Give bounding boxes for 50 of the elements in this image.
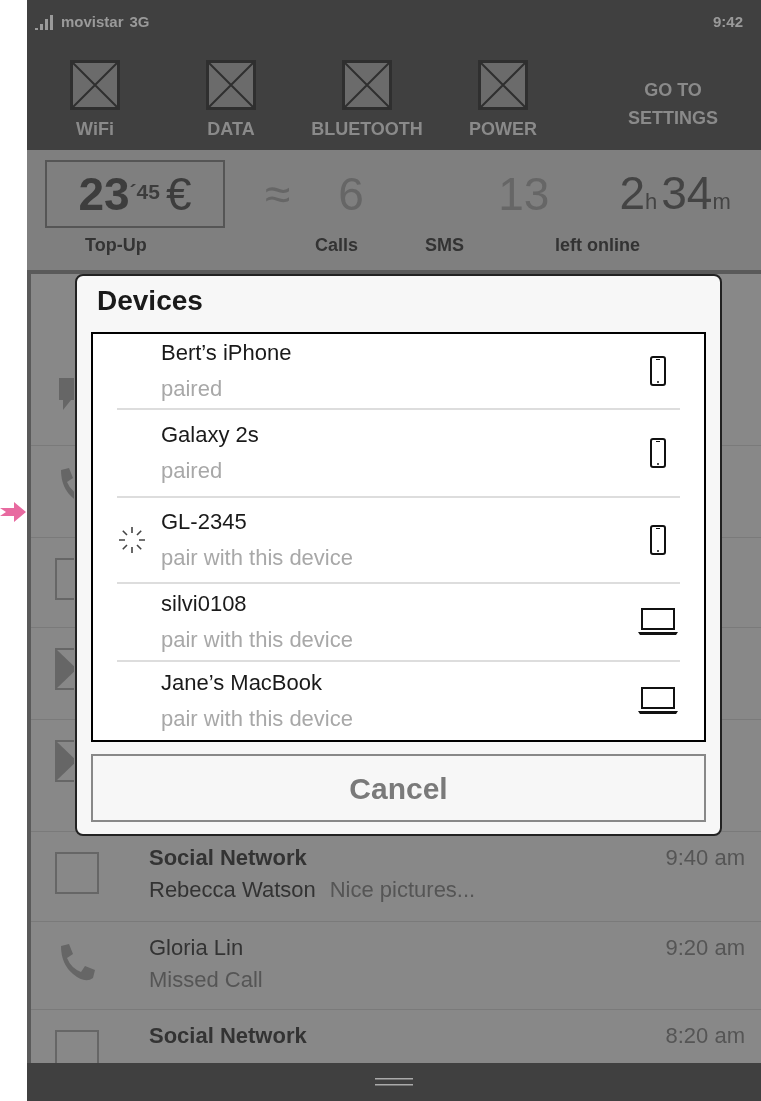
hours-value: 2: [619, 170, 645, 216]
toggle-icon[interactable]: [342, 60, 392, 110]
device-status: paired: [161, 375, 224, 403]
square-icon: [55, 852, 99, 894]
stat-label: left online: [555, 234, 640, 257]
carrier-name: movistar: [61, 12, 124, 33]
device-status: paired: [161, 457, 224, 485]
arrow-icon: [0, 502, 26, 522]
device-status: pair with this device: [161, 544, 354, 572]
stat-label: Calls: [315, 234, 360, 257]
notification-title: Social Network: [149, 844, 308, 872]
notification-title: Gloria Lin: [149, 934, 245, 962]
currency-symbol: €: [165, 171, 192, 217]
clock: 9:42: [712, 12, 743, 33]
toggle-icon[interactable]: [206, 60, 256, 110]
approx-symbol: ≈: [265, 171, 291, 217]
dialog-title: Devices: [96, 284, 204, 318]
laptop-icon: [638, 687, 678, 715]
envelope-icon: [55, 648, 74, 690]
signal-icon: [35, 14, 53, 31]
minutes-unit: m: [712, 188, 731, 216]
toggle-label: BLUETOOTH: [311, 118, 423, 141]
device-name[interactable]: GL-2345: [161, 504, 636, 540]
stat-label: Top-Up: [85, 234, 148, 257]
device-name[interactable]: Galaxy 2s: [161, 417, 636, 453]
smartphone-icon: [650, 525, 666, 555]
device-name[interactable]: Bert’s iPhone: [161, 335, 636, 371]
smartphone-icon: [650, 438, 666, 468]
toggle-icon[interactable]: [478, 60, 528, 110]
balance-cents: ´45: [129, 180, 160, 203]
device-name[interactable]: Jane’s MacBook: [161, 665, 636, 701]
minutes-value: 34: [661, 170, 713, 216]
stat-label: SMS: [425, 234, 465, 257]
device-status: pair with this device: [161, 626, 354, 654]
device-name[interactable]: silvi0108: [161, 586, 636, 622]
toggle-label: DATA: [207, 118, 255, 141]
toggle-icon[interactable]: [70, 60, 120, 110]
handle-icon[interactable]: [375, 1078, 413, 1086]
device-status: pair with this device: [161, 705, 354, 733]
smartphone-icon: [650, 356, 666, 386]
hours-unit: h: [645, 188, 658, 216]
balance-amount: 23: [78, 171, 130, 217]
laptop-icon: [638, 608, 678, 636]
toggle-label: WiFi: [76, 118, 114, 141]
cancel-button[interactable]: Cancel: [91, 754, 706, 822]
notification-title: Social Network: [149, 1022, 308, 1050]
toggle-label: POWER: [469, 118, 537, 141]
envelope-icon: [55, 740, 74, 782]
notification-sender: Rebecca Watson: [149, 876, 316, 904]
network-type: 3G: [129, 12, 150, 33]
